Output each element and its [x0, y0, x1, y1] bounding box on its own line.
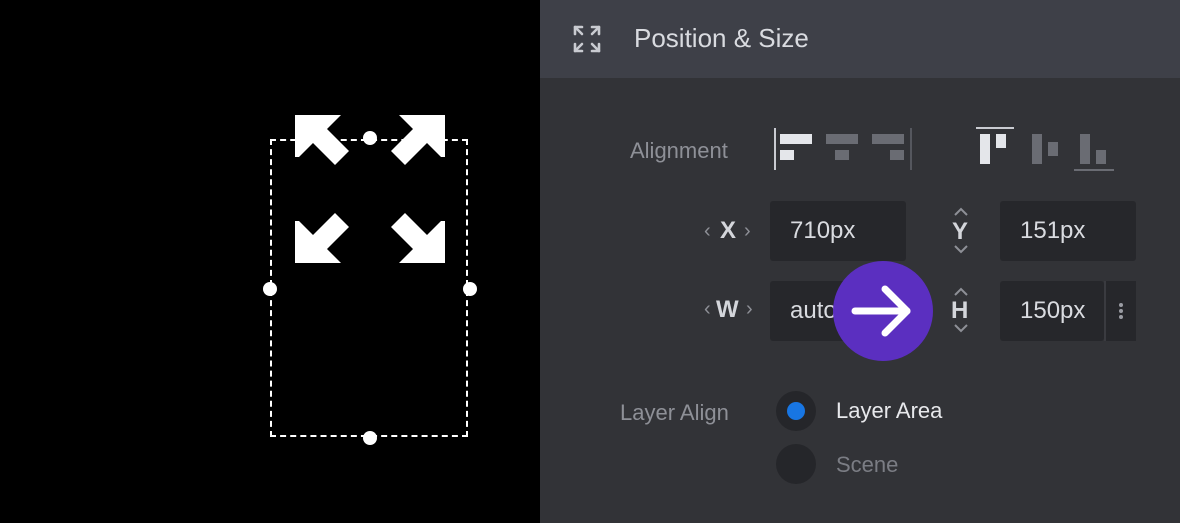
layer-align-label: Layer Align: [620, 400, 729, 425]
y-position-value[interactable]: 151px: [1020, 215, 1085, 247]
height-label[interactable]: H: [951, 296, 968, 326]
resize-handle-bottom[interactable]: [363, 431, 377, 445]
align-middle-icon[interactable]: [1032, 134, 1058, 164]
next-arrow-button[interactable]: [833, 261, 933, 361]
settings-panel: Position & Size Alignment ‹ X › 710px Y …: [540, 0, 1180, 523]
more-options-button[interactable]: [1104, 281, 1136, 341]
align-left-icon[interactable]: [780, 134, 812, 160]
h-decrement-chevron-icon[interactable]: [953, 323, 969, 333]
x-axis-label[interactable]: X: [720, 216, 736, 246]
panel-header: Position & Size: [540, 0, 1180, 78]
radio-layer-area-label[interactable]: Layer Area: [836, 397, 942, 425]
vertical-align-group: [976, 127, 1114, 171]
resize-handle-left[interactable]: [263, 282, 277, 296]
x-decrement-chevron[interactable]: ‹: [704, 219, 711, 243]
panel-title: Position & Size: [634, 23, 809, 53]
canvas-area[interactable]: [0, 0, 540, 523]
w-increment-chevron[interactable]: ›: [746, 297, 753, 321]
editor-root: Position & Size Alignment ‹ X › 710px Y …: [0, 0, 1180, 523]
radio-scene[interactable]: [776, 444, 816, 484]
dot: [1119, 309, 1123, 313]
alignment-label: Alignment: [630, 138, 728, 163]
radio-selected-dot: [787, 402, 805, 420]
horizontal-align-group: [774, 128, 912, 170]
y-axis-label[interactable]: Y: [952, 217, 968, 247]
y-increment-chevron-icon[interactable]: [953, 207, 969, 217]
dot: [1119, 315, 1123, 319]
height-field[interactable]: 150px: [1000, 281, 1104, 341]
radio-layer-area[interactable]: [776, 391, 816, 431]
y-position-field[interactable]: 151px: [1000, 201, 1136, 261]
radio-scene-label[interactable]: Scene: [836, 451, 898, 479]
expand-arrows-icon: [573, 25, 601, 53]
width-label[interactable]: W: [716, 295, 739, 325]
resize-handle-right[interactable]: [463, 282, 477, 296]
align-bottom-icon[interactable]: [1080, 134, 1106, 164]
align-right-icon[interactable]: [872, 134, 904, 160]
w-decrement-chevron[interactable]: ‹: [704, 297, 711, 321]
x-position-value[interactable]: 710px: [790, 215, 855, 247]
x-position-field[interactable]: 710px: [770, 201, 906, 261]
align-center-icon[interactable]: [826, 134, 858, 160]
align-top-icon[interactable]: [980, 134, 1006, 164]
width-value[interactable]: auto: [790, 295, 837, 327]
x-increment-chevron[interactable]: ›: [744, 219, 751, 243]
dot: [1119, 303, 1123, 307]
height-value[interactable]: 150px: [1020, 295, 1085, 327]
expand-arrows-icon: [295, 115, 445, 263]
y-decrement-chevron-icon[interactable]: [953, 244, 969, 254]
arrow-right-icon: [851, 285, 911, 337]
